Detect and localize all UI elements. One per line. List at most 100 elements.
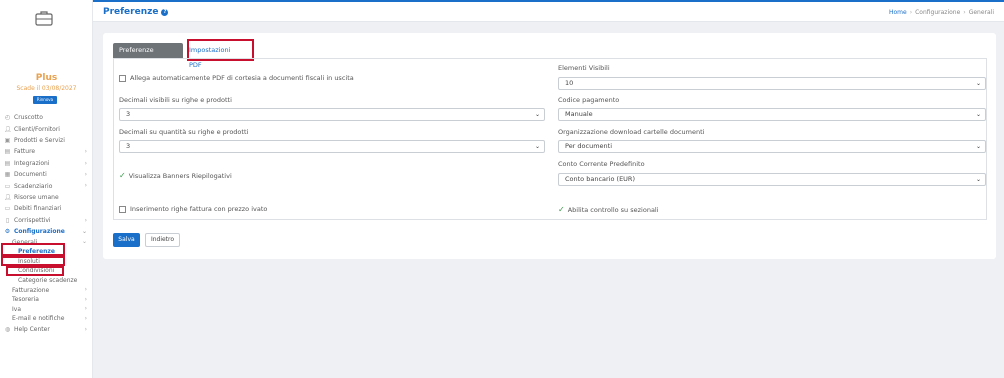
decimals-qty-select[interactable]: 3 ⌄ — [119, 140, 545, 153]
chevron-down-icon: ⌄ — [975, 176, 981, 183]
invoice-icon: ▤ — [4, 148, 11, 156]
sidebar-item-cruscotto[interactable]: ◴ Cruscotto — [0, 112, 93, 123]
sidebar-item-documenti[interactable]: ▦ Documenti › — [0, 169, 93, 180]
chevron-down-icon: ⌄ — [534, 143, 540, 150]
sidebar-item-label: Documenti — [14, 171, 47, 179]
globe-icon: ◍ — [4, 325, 11, 333]
sidebar-item-help-center[interactable]: ◍ Help Center › — [0, 324, 93, 335]
invoice-rows-checkbox-row[interactable]: Inserimento righe fattura con prezzo iva… — [119, 205, 267, 213]
download-org-select[interactable]: Per documenti ⌄ — [558, 140, 986, 153]
preferences-card: Preferenze Generali Impostazioni PDF All… — [103, 33, 996, 259]
breadcrumb-home[interactable]: Home — [889, 9, 907, 16]
invoice-rows-label: Inserimento righe fattura con prezzo iva… — [130, 205, 268, 213]
chevron-right-icon: › — [84, 216, 87, 224]
plan-expiry: Scade il 03/08/2027 — [16, 85, 77, 92]
sidebar: Plus Scade il 03/08/2027 Rinnova ◴ Crusc… — [0, 0, 93, 378]
page-title-text: Preferenze — [103, 7, 159, 17]
check-icon[interactable]: ✓ — [119, 171, 126, 180]
document-icon: ▦ — [4, 171, 11, 179]
sidebar-item-label: Configurazione — [14, 228, 65, 236]
sidebar-item-label: Iva — [12, 305, 21, 313]
sidebar-item-risorse-umane[interactable]: 👤︎ Risorse umane — [0, 192, 93, 203]
breadcrumb-generali: Generali — [968, 9, 994, 16]
banners-toggle-row[interactable]: ✓ Visualizza Banners Riepilogativi — [119, 171, 232, 180]
chevron-right-icon: › — [84, 182, 87, 190]
sidebar-item-label: Debiti finanziari — [14, 205, 62, 213]
sidebar-item-label: Scadenziario — [14, 182, 53, 190]
visible-items-select[interactable]: 10 ⌄ — [558, 77, 986, 90]
sidebar-item-clienti[interactable]: 👤︎ Clienti/Fornitori — [0, 123, 93, 134]
sidebar-item-categorie-scadenze[interactable]: Categorie scadenze — [0, 276, 93, 286]
chevron-right-icon: › — [84, 148, 87, 156]
sidebar-nav: ◴ Cruscotto 👤︎ Clienti/Fornitori ▣ Prodo… — [0, 112, 93, 335]
chevron-down-icon: ⌄ — [81, 238, 87, 246]
sidebar-item-scadenziario[interactable]: ▭ Scadenziario › — [0, 180, 93, 191]
breadcrumb-separator: › — [909, 9, 913, 16]
briefcase-logo-icon[interactable] — [34, 8, 54, 28]
sidebar-item-label: Cruscotto — [14, 114, 43, 122]
decimals-rows-value: 3 — [126, 110, 131, 118]
attach-pdf-checkbox[interactable] — [119, 74, 126, 82]
sidebar-item-fatture[interactable]: ▤ Fatture › — [0, 146, 93, 157]
breadcrumb-configurazione[interactable]: Configurazione — [915, 9, 960, 16]
sidebar-item-label: E-mail e notifiche — [12, 315, 65, 323]
sidebar-item-prodotti[interactable]: ▣ Prodotti e Servizi — [0, 135, 93, 146]
payment-code-value: Manuale — [565, 110, 593, 118]
save-button[interactable]: Salva — [113, 233, 140, 247]
sidebar-item-integrazioni[interactable]: ▤ Integrazioni › — [0, 158, 93, 169]
default-account-select[interactable]: Conto bancario (EUR) ⌄ — [558, 173, 986, 186]
attach-pdf-label: Allega automaticamente PDF di cortesia a… — [130, 74, 354, 82]
gear-icon: ⚙ — [4, 228, 11, 236]
default-account-label: Conto Corrente Predefinito — [558, 160, 645, 168]
sidebar-item-label: Fatturazione — [12, 286, 50, 294]
debt-icon: ▭ — [4, 205, 11, 213]
tab-preferenze-generali[interactable]: Preferenze Generali — [113, 43, 183, 69]
check-icon[interactable]: ✓ — [558, 205, 565, 214]
sidebar-item-label: Categorie scadenze — [18, 276, 78, 284]
breadcrumb: Home › Configurazione › Generali — [889, 9, 994, 16]
attach-pdf-checkbox-row[interactable]: Allega automaticamente PDF di cortesia a… — [119, 74, 354, 82]
user-icon: 👤︎ — [4, 125, 12, 133]
decimals-rows-select[interactable]: 3 ⌄ — [119, 108, 545, 121]
sidebar-item-label: Prodotti e Servizi — [14, 136, 65, 144]
back-button[interactable]: Indietro — [145, 233, 180, 247]
chevron-right-icon: › — [84, 315, 87, 323]
download-org-value: Per documenti — [565, 142, 613, 150]
help-icon[interactable]: ? — [161, 9, 169, 16]
chevron-down-icon: ⌄ — [975, 143, 981, 150]
sidebar-item-email-notifiche[interactable]: E-mail e notifiche › — [0, 314, 93, 324]
dashboard-icon: ◴ — [4, 114, 11, 122]
default-account-value: Conto bancario (EUR) — [565, 175, 635, 183]
invoice-rows-checkbox[interactable] — [119, 205, 126, 213]
chevron-right-icon: › — [84, 295, 87, 303]
sidebar-item-fatturazione[interactable]: Fatturazione › — [0, 285, 93, 295]
visible-items-value: 10 — [565, 79, 574, 87]
receipt-icon: ▯ — [5, 216, 10, 224]
integration-icon: ▤ — [4, 159, 11, 167]
sidebar-item-label: Risorse umane — [14, 193, 59, 201]
sectional-control-toggle-row[interactable]: ✓ Abilita controllo su sezionali — [558, 205, 659, 214]
sidebar-item-corrispettivi[interactable]: ▯ Corrispettivi › — [0, 215, 93, 226]
page-title: Preferenze? — [103, 7, 169, 17]
chevron-down-icon: ⌄ — [81, 227, 87, 235]
sidebar-item-configurazione[interactable]: ⚙ Configurazione ⌄ — [0, 226, 93, 237]
sidebar-item-label: Integrazioni — [14, 159, 50, 167]
sidebar-item-tesoreria[interactable]: Tesoreria › — [0, 295, 93, 305]
highlight-generali — [1, 256, 65, 266]
download-org-label: Organizzazione download cartelle documen… — [558, 128, 705, 136]
decimals-qty-value: 3 — [126, 142, 131, 150]
highlight-configurazione — [1, 243, 65, 256]
box-icon: ▣ — [4, 136, 11, 144]
plan-name: Plus — [35, 73, 58, 83]
payment-code-select[interactable]: Manuale ⌄ — [558, 108, 986, 121]
chevron-down-icon: ⌄ — [534, 111, 540, 118]
decimals-qty-label: Decimali su quantità su righe e prodotti — [119, 128, 249, 136]
chevron-right-icon: › — [84, 159, 87, 167]
renew-button[interactable]: Rinnova — [33, 96, 57, 104]
sidebar-item-label: Help Center — [14, 325, 50, 333]
people-icon: 👤︎ — [4, 193, 12, 201]
sidebar-item-debiti[interactable]: ▭ Debiti finanziari — [0, 203, 93, 214]
preferences-panel: Allega automaticamente PDF di cortesia a… — [113, 58, 987, 220]
sidebar-item-iva[interactable]: Iva › — [0, 304, 93, 314]
sidebar-item-label: Tesoreria — [12, 296, 39, 304]
